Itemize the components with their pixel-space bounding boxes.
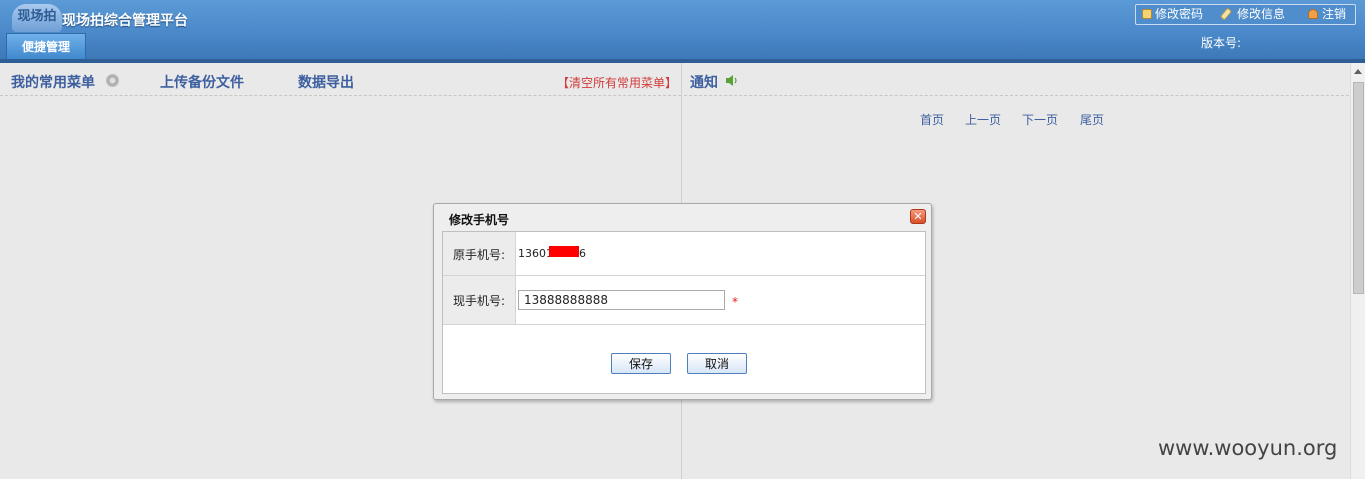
pager-last[interactable]: 尾页	[1080, 111, 1104, 128]
notice-title: 通知	[690, 75, 718, 91]
version-label: 版本号:	[1201, 36, 1242, 50]
change-info-link[interactable]: 修改信息	[1237, 6, 1285, 23]
original-phone-row: 原手机号: 13601 6	[443, 232, 925, 276]
data-export-link[interactable]: 数据导出	[298, 72, 354, 92]
dialog-title: 修改手机号	[449, 213, 510, 227]
scrollbar-thumb[interactable]	[1353, 82, 1364, 294]
speaker-icon	[726, 75, 737, 86]
change-password-link[interactable]: 修改密码	[1155, 6, 1203, 23]
cancel-button[interactable]: 取消	[687, 353, 747, 374]
left-panel-header: 我的常用菜单 上传备份文件 数据导出 【清空所有常用菜单】	[0, 63, 681, 96]
gear-icon[interactable]	[106, 74, 119, 87]
original-phone-label: 原手机号:	[453, 248, 506, 262]
new-phone-row: 现手机号: *	[443, 276, 925, 325]
upload-backup-link[interactable]: 上传备份文件	[160, 72, 244, 92]
pager-next[interactable]: 下一页	[1022, 111, 1058, 128]
scroll-up-arrow-icon[interactable]	[1354, 69, 1362, 74]
new-phone-input[interactable]	[518, 290, 725, 310]
vertical-scrollbar[interactable]	[1350, 63, 1365, 479]
required-mark: *	[732, 295, 738, 309]
new-phone-label: 现手机号:	[453, 294, 506, 308]
original-phone-suffix: 6	[579, 247, 586, 260]
label-cell: 现手机号:	[443, 276, 516, 324]
pager-first[interactable]: 首页	[920, 111, 944, 128]
pencil-icon	[1219, 7, 1233, 21]
top-header: 现场拍 现场拍综合管理平台 便捷管理 修改密码 修改信息 注销 版本号:	[0, 0, 1365, 62]
change-phone-dialog: 修改手机号 ✕ 原手机号: 13601 6 现手机号: * 保存 取消	[433, 203, 932, 400]
my-menu-link[interactable]: 我的常用菜单	[11, 72, 95, 92]
lock-icon	[1142, 9, 1152, 19]
pager-prev[interactable]: 上一页	[965, 111, 1001, 128]
right-panel-header: 通知	[684, 63, 1349, 96]
logout-link[interactable]: 注销	[1322, 6, 1346, 23]
clear-menus-link[interactable]: 【清空所有常用菜单】	[557, 74, 677, 91]
label-cell: 原手机号:	[443, 232, 516, 275]
user-menu: 修改密码 修改信息 注销	[1135, 4, 1356, 25]
redaction-block	[549, 246, 579, 257]
tab-quick-manage[interactable]: 便捷管理	[6, 33, 86, 60]
original-phone-prefix: 13601	[518, 247, 553, 260]
close-icon[interactable]: ✕	[910, 209, 926, 224]
save-button[interactable]: 保存	[611, 353, 671, 374]
logo-mark: 现场拍	[12, 4, 62, 32]
dialog-body: 原手机号: 13601 6 现手机号: * 保存 取消	[442, 231, 926, 394]
watermark: www.wooyun.org	[1158, 436, 1338, 460]
app-logo: 现场拍 现场拍综合管理平台	[12, 4, 188, 34]
app-title: 现场拍综合管理平台	[62, 13, 188, 29]
logout-icon	[1308, 9, 1318, 19]
